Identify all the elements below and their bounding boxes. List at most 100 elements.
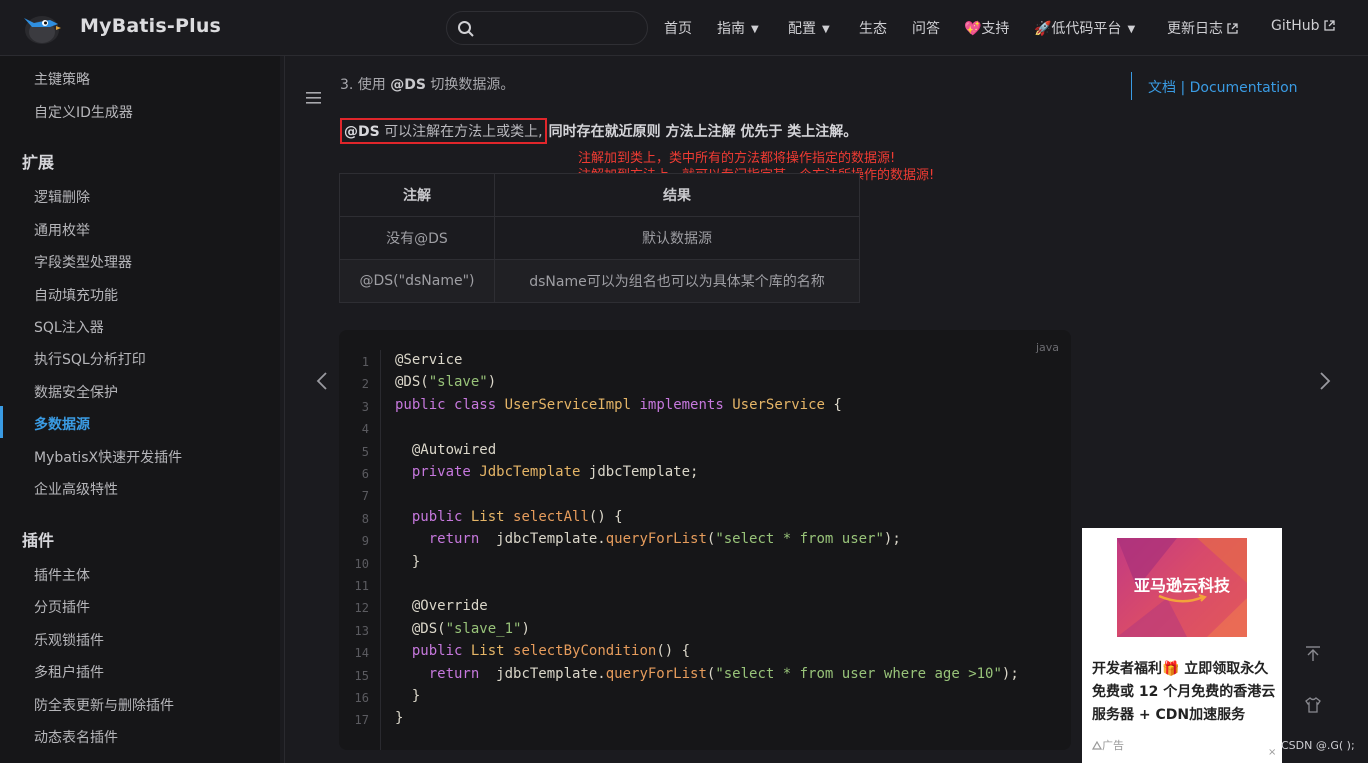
chevron-down-icon: ▼ [751, 24, 759, 35]
sidebar-item-enum[interactable]: 通用枚举 [34, 220, 90, 240]
line-number: 13 [354, 623, 369, 638]
table-row: @DS("dsName") dsName可以为组名也可以为具体某个库的名称 [339, 259, 860, 303]
line-number: 9 [361, 534, 369, 549]
table-cell: 默认数据源 [494, 216, 860, 260]
code-language-label: java [1035, 341, 1059, 354]
ad-triangle-icon [1091, 740, 1103, 750]
site-title[interactable]: MyBatis-Plus [80, 15, 221, 37]
external-link-icon [1323, 20, 1335, 31]
ad-banner-image[interactable]: 亚马逊云科技 [1117, 538, 1247, 637]
chevron-down-icon: ▼ [822, 24, 830, 35]
sidebar-item-dynamic-table[interactable]: 动态表名插件 [34, 727, 118, 747]
line-number-gutter: 1 2 3 4 5 6 7 8 9 10 11 12 13 14 15 16 17 [339, 350, 381, 750]
sidebar-item-block-attack[interactable]: 防全表更新与删除插件 [34, 695, 174, 715]
search-icon [458, 21, 474, 37]
ad-headline[interactable]: 开发者福利🎁 立即领取永久免费或 12 个月免费的香港云服务器 + CDN加速服… [1092, 658, 1276, 727]
sidebar-item-sql-injector[interactable]: SQL注入器 [34, 317, 104, 337]
nav-support[interactable]: 💖支持 [964, 18, 1009, 38]
sidebar-item-data-security[interactable]: 数据安全保护 [34, 382, 118, 402]
code-line: } [395, 688, 421, 704]
ad-card[interactable]: 亚马逊云科技 开发者福利🎁 立即领取永久免费或 12 个月免费的香港云服务器 +… [1082, 528, 1282, 763]
mybatis-bird-logo-icon[interactable] [20, 8, 62, 46]
back-to-top-icon[interactable] [1304, 646, 1322, 662]
sidebar-item-type-handler[interactable]: 字段类型处理器 [34, 252, 132, 272]
code-line: @DS("slave") [395, 374, 497, 391]
code-line: private JdbcTemplate jdbcTemplate; [411, 464, 699, 480]
ad-close-button[interactable]: × [1268, 747, 1276, 758]
sidebar-item-tenant[interactable]: 多租户插件 [34, 662, 104, 682]
sidebar-item-mybatisx[interactable]: MybatisX快速开发插件 [34, 447, 182, 467]
line-number: 16 [354, 691, 369, 705]
sidebar-item-enterprise[interactable]: 企业高级特性 [34, 479, 118, 499]
line-number: 7 [361, 489, 369, 504]
line-number: 6 [361, 467, 369, 481]
table-header-annotation: 注解 [339, 173, 495, 217]
table-cell: dsName可以为组名也可以为具体某个库的名称 [494, 259, 860, 303]
next-page-arrow-icon[interactable] [1319, 372, 1331, 390]
ds-result-table: 注解 结果 没有@DS 默认数据源 @DS("dsName") dsName可以… [339, 173, 860, 303]
line-number: 10 [354, 556, 369, 571]
nav-github[interactable]: GitHub [1271, 18, 1335, 34]
nav-guide[interactable]: 指南 ▼ [717, 18, 759, 38]
previous-page-arrow-icon[interactable] [316, 372, 328, 390]
sidebar-item-id-generator[interactable]: 自定义ID生成器 [34, 102, 133, 122]
code-line: @Autowired [395, 441, 497, 458]
code-line: public List selectByCondition() { [411, 643, 691, 660]
sidebar-active-indicator [0, 406, 3, 438]
sidebar-item-plugin-core[interactable]: 插件主体 [34, 565, 90, 585]
sidebar-group-plugins[interactable]: 插件 [22, 527, 54, 551]
line-number: 8 [361, 511, 369, 526]
line-number: 15 [354, 668, 369, 683]
sidebar-item-auto-fill[interactable]: 自动填充功能 [34, 285, 118, 305]
line-number: 5 [361, 444, 369, 459]
priority-rule-text: 同时存在就近原则 方法上注解 优先于 类上注解。 [548, 124, 858, 140]
amazon-smile-icon [1158, 594, 1207, 603]
nav-config[interactable]: 配置 ▼ [788, 18, 830, 38]
line-number: 12 [354, 601, 369, 616]
line-number: 3 [361, 399, 369, 414]
csdn-watermark: CSDN @.G( ); [1281, 739, 1355, 752]
line-number: 11 [354, 579, 369, 593]
step-three-text: 3. 使用 @DS 切换数据源。 [340, 77, 515, 93]
sidebar-item-primary-key[interactable]: 主键策略 [34, 69, 90, 89]
nav-changelog[interactable]: 更新日志 [1167, 18, 1238, 38]
nav-lowcode[interactable]: 🚀低代码平台 ▼ [1034, 18, 1135, 38]
code-line: } [395, 553, 421, 570]
code-line: public List selectAll() { [411, 508, 623, 525]
search-input[interactable] [446, 11, 648, 45]
sidebar-item-sql-analysis[interactable]: 执行SQL分析打印 [34, 349, 146, 369]
code-line: return jdbcTemplate.queryForList("select… [428, 665, 1019, 682]
line-number: 1 [361, 355, 369, 369]
sidebar-divider [284, 56, 285, 763]
line-number: 4 [361, 422, 369, 437]
toc-documentation-link[interactable]: 文档 | Documentation [1148, 77, 1298, 97]
nav-home[interactable]: 首页 [664, 18, 692, 38]
sidebar-item-logic-delete[interactable]: 逻辑删除 [34, 187, 90, 207]
highlight-box: @DS 可以注解在方法上或类上, [340, 118, 547, 144]
ad-tag: 广告 [1091, 737, 1124, 753]
outline-menu-icon[interactable] [306, 91, 322, 105]
sidebar-item-multi-datasource[interactable]: 多数据源 [34, 414, 90, 434]
table-row: 没有@DS 默认数据源 [339, 216, 860, 260]
toc-indicator [1131, 72, 1132, 100]
table-header-row: 注解 结果 [339, 173, 860, 217]
nav-faq[interactable]: 问答 [912, 18, 940, 38]
code-line: @Service [395, 352, 463, 368]
code-line: public class UserServiceImpl implements … [395, 396, 842, 413]
java-code-block: java 1 2 3 4 5 6 7 8 9 10 11 12 13 14 15 16 17 @Service @… [339, 330, 1071, 750]
theme-shirt-icon[interactable] [1304, 697, 1322, 713]
sidebar-item-optimistic-lock[interactable]: 乐观锁插件 [34, 630, 104, 650]
nav-ecosystem[interactable]: 生态 [859, 18, 887, 38]
ad-banner-text: 亚马逊云科技 [1133, 576, 1230, 595]
table-header-result: 结果 [494, 173, 860, 217]
chevron-down-icon: ▼ [1127, 24, 1136, 35]
top-navbar: MyBatis-Plus 首页 指南 ▼ 配置 ▼ 生态 问答 💖支持 🚀低代码平台… [0, 0, 1368, 56]
sidebar-group-extension[interactable]: 扩展 [22, 149, 54, 173]
sidebar-item-pagination[interactable]: 分页插件 [34, 597, 90, 617]
line-number: 2 [361, 377, 369, 392]
code-line: @Override [395, 598, 488, 615]
table-cell: 没有@DS [339, 216, 495, 260]
table-cell: @DS("dsName") [339, 259, 495, 303]
code-line: return jdbcTemplate.queryForList("select… [428, 531, 901, 548]
line-number: 17 [354, 713, 369, 728]
